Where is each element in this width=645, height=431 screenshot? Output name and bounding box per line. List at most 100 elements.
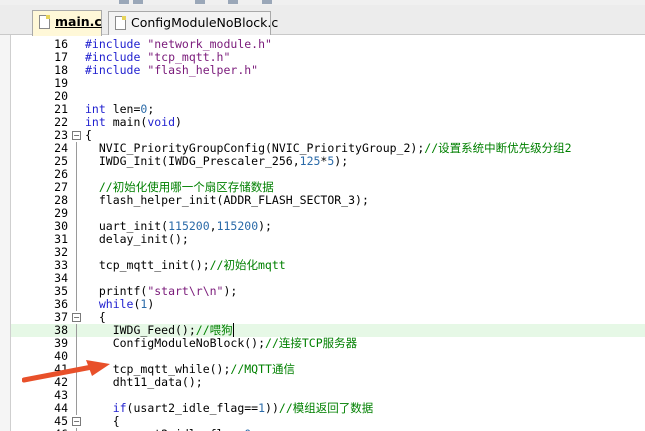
code-token: IWDG_Init(IWDG_Prescaler_256,: [85, 154, 300, 168]
fold-guide: [72, 142, 81, 155]
code-token: ): [175, 115, 182, 129]
code-line[interactable]: 28 flash_helper_init(ADDR_FLASH_SECTOR_3…: [11, 194, 645, 207]
fold-guide: [72, 77, 81, 90]
fold-guide: [72, 207, 81, 220]
code-token: void: [147, 115, 176, 129]
tab-label: main.c: [55, 14, 102, 29]
toolbar-icon[interactable]: [262, 0, 272, 4]
fold-guide: [72, 181, 81, 194]
code-token: //初始化mqtt: [209, 258, 286, 272]
fold-guide: [72, 389, 81, 402]
code-token: 1: [258, 401, 266, 415]
fold-guide: [72, 168, 81, 181]
code-token: tcp_mqtt_init();: [85, 258, 210, 272]
code-token: len=: [105, 102, 141, 116]
code-token: {: [85, 310, 106, 324]
code-line[interactable]: 25 IWDG_Init(IWDG_Prescaler_256,125*5);: [11, 155, 645, 168]
code-token: "flash_helper.h": [147, 63, 259, 77]
code-token: NVIC_PriorityGroupConfig(NVIC_PriorityGr…: [85, 141, 425, 155]
editor-tab-bar: main.c ConfigModuleNoBlock.c: [0, 5, 645, 36]
toolbar-icon[interactable]: [133, 0, 143, 4]
fold-guide: [72, 337, 81, 350]
code-token: );: [258, 219, 272, 233]
fold-guide: [72, 103, 81, 116]
tab-label: ConfigModuleNoBlock.c: [131, 15, 279, 30]
code-text: #include "flash_helper.h": [85, 64, 258, 77]
code-token: //MQTT通信: [230, 362, 295, 376]
code-line[interactable]: 19: [11, 77, 645, 90]
fold-guide: [72, 220, 81, 233]
code-token: flash_helper_init(ADDR_FLASH_SECTOR_3);: [85, 193, 369, 207]
toolbar-icon[interactable]: [195, 0, 205, 4]
fold-guide: [72, 155, 81, 168]
code-token: ): [147, 297, 155, 311]
file-icon: [115, 16, 126, 30]
fold-guide: [72, 285, 81, 298]
fold-guide: [72, 272, 81, 285]
tab-main-c[interactable]: main.c: [32, 10, 102, 36]
code-token: );: [223, 284, 238, 298]
code-token: IWDG_Feed();: [85, 323, 196, 337]
code-token: #include: [85, 63, 148, 77]
code-token: if: [85, 401, 127, 415]
fold-guide: [72, 402, 81, 415]
code-line[interactable]: 18 #include "flash_helper.h": [11, 64, 645, 77]
code-token: 115200: [216, 219, 259, 233]
fold-toggle-icon[interactable]: −: [72, 129, 81, 142]
code-text: delay_init();: [85, 233, 189, 246]
code-line[interactable]: 33 tcp_mqtt_init();//初始化mqtt: [11, 259, 645, 272]
toolbar-icon[interactable]: [119, 0, 129, 4]
fold-guide: [72, 233, 81, 246]
fold-guide: [72, 51, 81, 64]
code-token: int: [85, 115, 106, 129]
code-token: //初始化使用哪一个扇区存储数据: [85, 180, 274, 194]
tab-configmodulenoblock-c[interactable]: ConfigModuleNoBlock.c: [108, 11, 278, 35]
code-token: int: [85, 102, 106, 116]
code-token: printf(: [85, 284, 148, 298]
fold-guide: [72, 246, 81, 259]
code-text: tcp_mqtt_init();//初始化mqtt: [85, 259, 286, 272]
fold-guide: [72, 298, 81, 311]
code-token: "start\r\n": [147, 284, 224, 298]
toolbar-icon[interactable]: [228, 0, 238, 4]
fold-guide: [72, 38, 81, 51]
code-token: (usart2_idle_flag==: [126, 401, 259, 415]
code-line[interactable]: 22 int main(void): [11, 116, 645, 129]
code-line[interactable]: 31 delay_init();: [11, 233, 645, 246]
annotation-arrow: [22, 360, 110, 383]
code-token: #include: [85, 50, 148, 64]
fold-guide: [72, 324, 81, 337]
code-token: "network_module.h": [147, 37, 272, 51]
code-token: 125: [299, 154, 321, 168]
code-text: int main(void): [85, 116, 182, 129]
fold-toggle-icon[interactable]: −: [72, 415, 81, 428]
code-token: {: [85, 414, 120, 428]
code-line[interactable]: 36 while(1): [11, 298, 645, 311]
code-token: "tcp_mqtt.h": [147, 50, 231, 64]
code-token: while: [85, 297, 134, 311]
margin-bar: [0, 35, 11, 431]
fold-guide: [72, 64, 81, 77]
code-token: uart_init(: [85, 219, 169, 233]
code-line[interactable]: 39 ConfigModuleNoBlock();//连接TCP服务器: [11, 337, 645, 350]
code-token: )): [265, 401, 279, 415]
code-text: if(usart2_idle_flag==1))//模组返回了数据: [85, 401, 374, 415]
code-token: ,: [209, 219, 217, 233]
fold-guide: [72, 116, 81, 129]
code-text: IWDG_Init(IWDG_Prescaler_256,125*5);: [85, 155, 348, 168]
code-token: {: [85, 128, 92, 142]
code-token: usart2_idle_flag=: [85, 427, 245, 431]
file-icon: [39, 15, 50, 29]
code-token: #include: [85, 37, 148, 51]
code-token: delay_init();: [85, 232, 189, 246]
code-text: flash_helper_init(ADDR_FLASH_SECTOR_3);: [85, 194, 369, 207]
code-text: ConfigModuleNoBlock();//连接TCP服务器: [85, 337, 357, 350]
fold-guide: [72, 194, 81, 207]
code-token: ;: [251, 427, 258, 431]
text-cursor: [232, 323, 234, 337]
code-token: //喂狗: [195, 323, 233, 337]
fold-toggle-icon[interactable]: −: [72, 311, 81, 324]
code-token: main(: [105, 115, 148, 129]
code-token: ConfigModuleNoBlock();: [85, 336, 266, 350]
code-token: //连接TCP服务器: [265, 336, 358, 350]
